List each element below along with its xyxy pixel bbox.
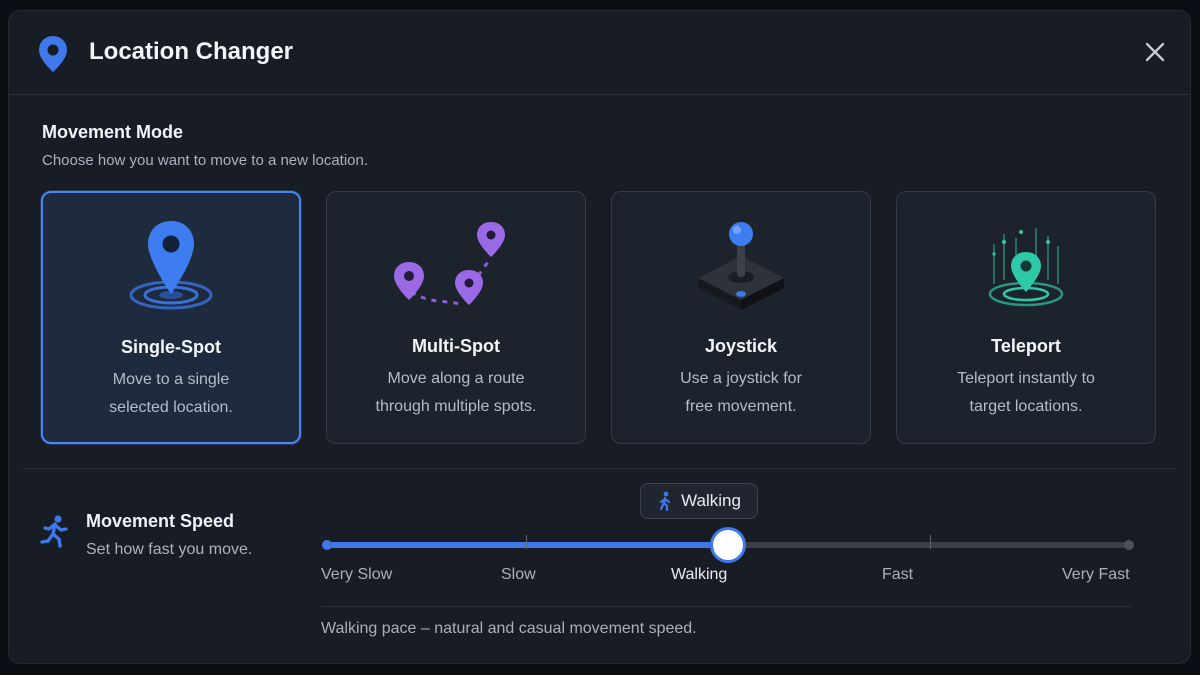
speed-tick <box>930 535 931 549</box>
mode-card-name: Joystick <box>704 336 778 356</box>
running-person-icon <box>40 515 68 548</box>
mode-card-name: Single-Spot <box>121 337 221 357</box>
mode-card-joystick[interactable]: Joystick Use a joystick for free movemen… <box>611 191 871 444</box>
mode-card-desc: Use a joystick for free movement. <box>632 365 850 421</box>
joystick-icon <box>698 222 784 310</box>
route-pins-icon <box>394 222 505 306</box>
speed-slider-thumb[interactable] <box>710 527 746 563</box>
mode-card-desc: Teleport instantly to target locations. <box>917 365 1135 421</box>
speed-tick <box>526 535 527 549</box>
dialog-header: Location Changer <box>9 11 1190 95</box>
dialog-title: Location Changer <box>89 38 294 65</box>
mode-card-desc: Move along a route through multiple spot… <box>347 365 565 421</box>
mode-card-desc-line: free movement. <box>685 398 797 415</box>
speed-label-very-fast[interactable]: Very Fast <box>1062 566 1130 584</box>
speed-divider <box>321 606 1132 607</box>
mode-card-multi-spot[interactable]: Multi-Spot Move along a route through mu… <box>326 191 586 444</box>
speed-label-very-slow[interactable]: Very Slow <box>321 566 392 584</box>
mode-card-desc-line: through multiple spots. <box>375 398 537 415</box>
speed-label-slow[interactable]: Slow <box>501 566 536 584</box>
speed-value-tooltip: Walking <box>640 483 758 519</box>
section-divider <box>23 468 1176 469</box>
walking-person-icon <box>659 491 671 511</box>
mode-card-desc-line: Move along a route <box>387 370 525 387</box>
speed-slider-start <box>322 540 332 550</box>
movement-mode-subtitle: Choose how you want to move to a new loc… <box>42 152 369 169</box>
mode-card-name: Multi-Spot <box>412 336 500 356</box>
mode-card-desc-line: target locations. <box>969 398 1083 415</box>
location-changer-dialog: Location Changer Movement Mode Choose ho… <box>8 10 1191 664</box>
mode-card-single-spot[interactable]: Single-Spot Move to a single selected lo… <box>41 191 301 444</box>
speed-label-fast[interactable]: Fast <box>882 566 913 584</box>
mode-card-desc-line: Move to a single <box>112 371 230 388</box>
speed-label-walking[interactable]: Walking <box>671 566 727 584</box>
mode-card-name: Teleport <box>991 336 1061 356</box>
pin-target-icon <box>129 221 213 310</box>
movement-speed-subtitle: Set how fast you move. <box>86 541 253 558</box>
mode-card-desc-line: Use a joystick for <box>680 370 802 387</box>
mode-card-teleport[interactable]: Teleport Teleport instantly to target lo… <box>896 191 1156 444</box>
speed-slider-end <box>1124 540 1134 550</box>
mode-card-desc-line: selected location. <box>109 399 233 416</box>
teleport-pin-icon <box>988 228 1064 307</box>
speed-slider-track[interactable] <box>322 527 1134 563</box>
speed-tooltip-label: Walking <box>681 491 741 510</box>
map-pin-icon <box>39 36 67 72</box>
close-icon[interactable] <box>1144 41 1166 63</box>
speed-description: Walking pace – natural and casual moveme… <box>321 620 697 637</box>
movement-speed-title: Movement Speed <box>86 511 235 531</box>
movement-mode-title: Movement Mode <box>42 122 184 142</box>
mode-card-desc-line: Teleport instantly to <box>957 370 1095 387</box>
mode-card-desc: Move to a single selected location. <box>63 366 279 422</box>
